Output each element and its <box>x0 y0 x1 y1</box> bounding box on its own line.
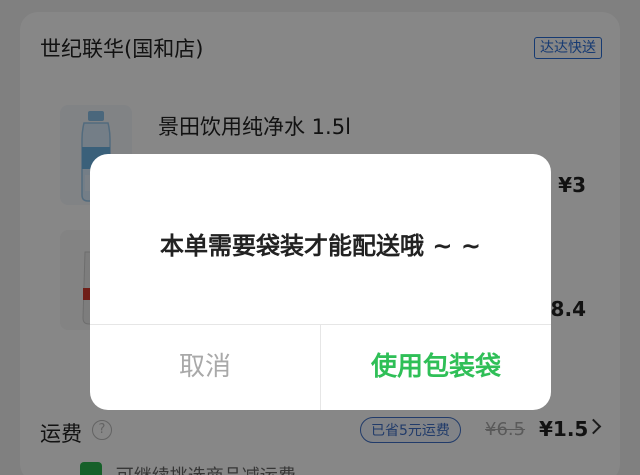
dialog-message: 本单需要袋装才能配送哦 ~ ~ <box>160 232 481 260</box>
use-packaging-bag-button[interactable]: 使用包装袋 <box>321 325 551 410</box>
cancel-button[interactable]: 取消 <box>90 325 320 410</box>
packaging-dialog: 本单需要袋装才能配送哦 ~ ~ 取消 使用包装袋 <box>90 154 551 410</box>
cart-page: 世纪联华(国和店) 达达快送 景田饮用纯净水 1.5l ¥3 ¥8.4 运费 ?… <box>0 0 640 475</box>
